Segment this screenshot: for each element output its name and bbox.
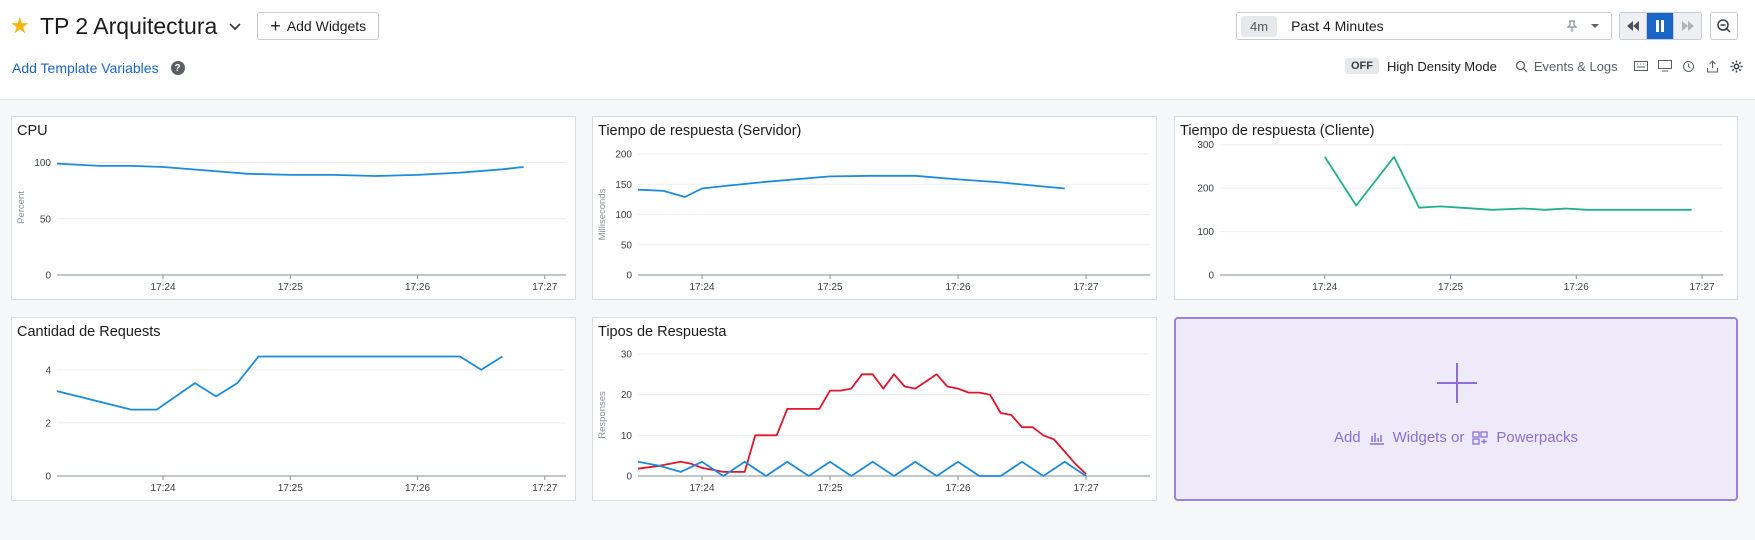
favorite-star-icon[interactable]: ★ (10, 15, 32, 37)
y-tick-label: 200 (615, 150, 632, 161)
y-tick-label: 0 (626, 472, 632, 483)
widget-server-response[interactable]: Tiempo de respuesta (Servidor) 0 50 100 150… (592, 116, 1157, 300)
y-tick-label: 150 (615, 180, 632, 191)
dashboard-title[interactable]: TP 2 Arquitectura (40, 13, 217, 40)
history-icon[interactable] (1682, 59, 1696, 73)
add-widget-tile[interactable]: Add Widgets or Powerpacks (1174, 317, 1738, 501)
caret-down-icon[interactable] (1589, 20, 1601, 32)
x-tick-label: 17:27 (532, 483, 557, 494)
y-tick-label: 0 (1208, 271, 1214, 282)
add-widgets-button[interactable]: + Add Widgets (257, 12, 380, 40)
y-tick-label: 20 (621, 390, 633, 401)
y-tick-label: 50 (621, 240, 633, 251)
y-tick-label: 2 (45, 418, 51, 429)
time-range-label: Past 4 Minutes (1291, 18, 1384, 34)
y-axis-label: Milliseconds (597, 188, 608, 240)
high-density-toggle[interactable]: OFF (1345, 58, 1379, 74)
template-variables: Add Template Variables ? (12, 60, 185, 76)
fast-forward-icon[interactable] (1674, 13, 1701, 39)
widget-requests[interactable]: Cantidad de Requests 0 2 4 17:24 17:25 17:26 1… (11, 317, 576, 501)
y-tick-label: 10 (621, 431, 633, 442)
share-icon[interactable] (1706, 59, 1720, 73)
widget-response-types[interactable]: Tipos de Respuesta 0 10 20 30 17:24 17:25 17:2… (592, 317, 1157, 501)
time-range-badge: 4m (1241, 15, 1278, 37)
x-tick-label: 17:26 (405, 483, 430, 494)
chevron-down-icon[interactable] (227, 18, 243, 34)
rewind-icon[interactable] (1620, 13, 1647, 39)
series-line-0 (56, 355, 503, 411)
powerpacks-label[interactable]: Powerpacks (1496, 429, 1578, 446)
series-line-0 (637, 373, 1087, 475)
dashboard-header: ★ TP 2 Arquitectura + Add Widgets Add Te… (0, 0, 1755, 100)
pause-icon[interactable] (1647, 13, 1674, 39)
x-tick-label: 17:27 (1690, 282, 1715, 293)
plus-icon: + (270, 16, 281, 36)
x-tick-label: 17:27 (532, 282, 557, 293)
y-tick-label: 4 (45, 365, 51, 376)
add-plus-icon[interactable] (1437, 363, 1477, 403)
widget-client-response[interactable]: Tiempo de respuesta (Cliente) 0 100 200 300… (1174, 116, 1738, 300)
x-tick-label: 17:26 (945, 282, 970, 293)
chart-response-types: 0 10 20 30 17:24 17:25 17:26 17:27 Responses (597, 350, 1150, 494)
zoom-out-icon[interactable] (1710, 12, 1738, 40)
x-tick-label: 17:25 (817, 483, 842, 494)
events-logs-label: Events & Logs (1533, 58, 1618, 74)
chart-requests: 0 2 4 17:24 17:25 17:26 17:27 (45, 355, 566, 494)
x-tick-label: 17:24 (1312, 282, 1337, 293)
x-tick-label: 17:26 (1564, 282, 1589, 293)
pin-icon[interactable] (1565, 19, 1579, 33)
tv-mode-icon[interactable] (1657, 59, 1672, 73)
time-navigation (1619, 12, 1702, 40)
bar-chart-icon (1369, 432, 1384, 445)
chart-server-response: 0 50 100 150 200 17:24 17:25 17:26 17:27 Millisec… (597, 150, 1150, 293)
series-line-0 (1324, 156, 1692, 211)
chart-client-response: 0 100 200 300 17:24 17:25 17:26 17:27 (1197, 140, 1723, 293)
search-icon (1515, 60, 1528, 72)
series-line-0 (56, 162, 524, 177)
y-axis-label: Responses (597, 391, 608, 439)
x-tick-label: 17:26 (945, 483, 970, 494)
dashboard-toolbar: OFF High Density Mode Events & Logs (1345, 56, 1744, 76)
add-label: Add (1333, 429, 1361, 446)
x-tick-label: 17:25 (817, 282, 842, 293)
y-tick-label: 0 (45, 472, 51, 483)
settings-gear-icon[interactable] (1730, 59, 1744, 73)
keyboard-icon[interactable] (1633, 59, 1648, 73)
add-template-variables-link[interactable]: Add Template Variables (12, 60, 159, 76)
x-tick-label: 17:27 (1073, 282, 1098, 293)
x-tick-label: 17:25 (278, 483, 303, 494)
y-tick-label: 100 (615, 210, 632, 221)
y-tick-label: 200 (1197, 184, 1214, 195)
y-tick-label: 300 (1197, 140, 1214, 151)
chart-cpu: 0 50 100 17:24 17:25 17:26 17:27 Percent (16, 158, 566, 293)
y-tick-label: 50 (40, 214, 52, 225)
add-widgets-label: Add Widgets (286, 18, 367, 34)
y-tick-label: 30 (621, 350, 633, 361)
y-tick-label: 100 (1197, 227, 1214, 238)
title-row: ★ TP 2 Arquitectura + Add Widgets (10, 10, 380, 42)
powerpack-icon (1472, 430, 1488, 445)
series-line-0 (637, 174, 1065, 198)
high-density-label: High Density Mode (1387, 58, 1497, 74)
y-tick-label: 0 (45, 271, 51, 282)
x-tick-label: 17:25 (278, 282, 303, 293)
x-tick-label: 17:26 (405, 282, 430, 293)
widgets-or-label[interactable]: Widgets or (1393, 429, 1465, 446)
y-tick-label: 100 (34, 158, 51, 169)
x-tick-label: 17:24 (689, 282, 714, 293)
x-tick-label: 17:24 (151, 282, 176, 293)
y-axis-label: Percent (16, 191, 27, 224)
x-tick-label: 17:25 (1438, 282, 1463, 293)
widget-cpu[interactable]: CPU 0 50 100 17:24 17:25 17:26 17:27 Percent (11, 116, 576, 300)
y-tick-label: 0 (626, 271, 632, 282)
events-logs-button[interactable]: Events & Logs (1515, 59, 1618, 74)
x-tick-label: 17:24 (151, 483, 176, 494)
toolbar-icons (1633, 59, 1744, 73)
add-tile-text: Add Widgets or Powerpacks (1176, 429, 1736, 446)
help-icon[interactable]: ? (170, 61, 185, 75)
x-tick-label: 17:27 (1073, 483, 1098, 494)
time-picker[interactable]: 4m Past 4 Minutes (1236, 12, 1612, 40)
x-tick-label: 17:24 (689, 483, 714, 494)
